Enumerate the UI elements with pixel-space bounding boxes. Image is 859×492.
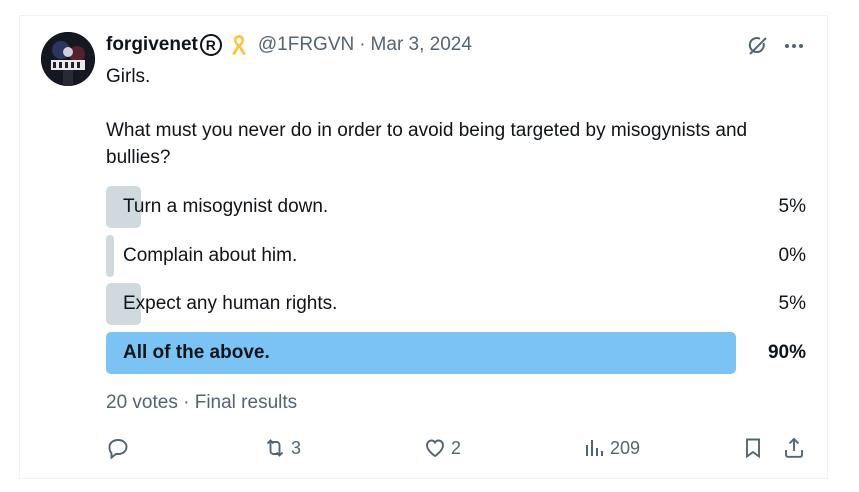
repost-icon — [266, 439, 284, 457]
reply-button[interactable] — [106, 436, 134, 460]
poll-option-label: All of the above. — [123, 342, 270, 363]
reply-icon — [108, 439, 128, 460]
post-header: forgivenet R @1FRGVN · Mar 3, 2024 — [106, 33, 472, 57]
bookmark-button[interactable] — [741, 436, 765, 460]
user-handle[interactable]: @1FRGVN — [258, 34, 354, 56]
post-text: Girls. What must you never do in order t… — [106, 63, 786, 171]
like-count: 2 — [451, 437, 462, 458]
share-button[interactable] — [782, 436, 806, 460]
poll-option-percent: 5% — [778, 196, 806, 217]
registered-mark-icon: R — [199, 34, 222, 56]
post-date[interactable]: Mar 3, 2024 — [371, 34, 472, 56]
post-text-line: Girls. — [106, 66, 151, 87]
repost-button[interactable]: 3 — [263, 436, 301, 460]
grok-icon[interactable] — [746, 34, 770, 58]
like-button[interactable]: 2 — [423, 436, 461, 460]
poll-option-bar — [106, 235, 114, 277]
like-icon — [426, 439, 444, 458]
post-text-line: What must you never do in order to avoid… — [106, 120, 748, 168]
poll-option-percent: 90% — [767, 342, 806, 363]
ribbon-icon — [231, 35, 246, 55]
poll-option: Turn a misogynist down. 5% — [106, 186, 806, 228]
poll-option-label: Turn a misogynist down. — [123, 196, 329, 217]
share-icon — [785, 437, 803, 458]
separator-dot: · — [359, 34, 366, 55]
avatar[interactable] — [41, 32, 95, 86]
poll-summary: 20 votes · Final results — [106, 392, 298, 413]
repost-count: 3 — [291, 437, 302, 458]
more-icon[interactable] — [782, 34, 806, 58]
poll-option-percent: 5% — [778, 293, 806, 314]
display-name[interactable]: forgivenet — [106, 34, 198, 56]
bookmark-icon — [746, 438, 760, 459]
poll-option-percent: 0% — [778, 245, 806, 266]
poll-option-label: Complain about him. — [123, 245, 298, 266]
poll-option: Complain about him. 0% — [106, 235, 806, 277]
poll-option: Expect any human rights. 5% — [106, 283, 806, 325]
poll-option-winner: All of the above. 90% — [106, 332, 806, 374]
views-count: 209 — [610, 437, 641, 458]
views-button[interactable]: 209 — [582, 436, 640, 460]
views-icon — [586, 440, 603, 456]
poll-option-label: Expect any human rights. — [123, 293, 338, 314]
